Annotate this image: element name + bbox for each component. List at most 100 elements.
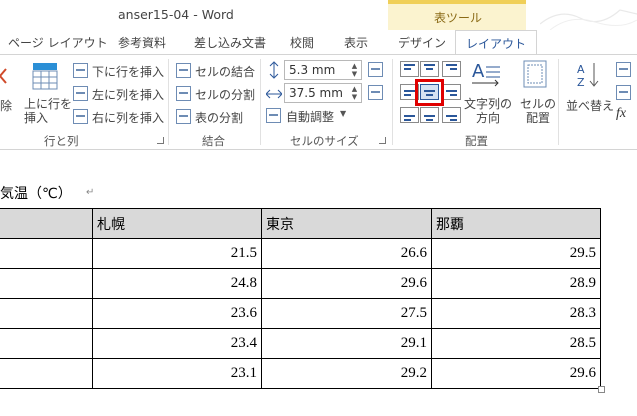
align-top-center-button[interactable] [420,61,439,77]
table-cell[interactable]: 29.5 [431,238,601,269]
text-direction-button[interactable]: A 文字列の 方向 [462,59,516,131]
row-height-field[interactable]: 5.3 mm ▲ ▼ [284,60,362,80]
header-cell[interactable] [0,208,93,239]
separator [392,59,393,145]
column-width-spinner-icon[interactable]: ▲ ▼ [349,85,360,101]
table-row: 21.5 26.6 29.5 [0,238,601,269]
cell-size-launcher-icon[interactable] [379,137,386,144]
selection-highlight [415,79,444,106]
header-cell-sapporo[interactable]: 札幌 [92,208,262,239]
distribute-columns-icon[interactable] [368,85,383,100]
table-cell[interactable] [0,298,93,329]
table-cell[interactable]: 23.1 [92,358,262,389]
word-window: anser15-04 - Word 表ツール ページ レイアウト 参考資料 差し… [0,0,637,416]
cell-margins-icon [523,60,547,88]
align-bottom-center-button[interactable] [420,107,439,123]
header-cell-tokyo[interactable]: 東京 [261,208,432,239]
table-cell[interactable]: 23.4 [92,328,262,359]
ribbon: 除 上に行を 挿入 下に行を挿入 左に列を挿入 右に列を挿入 行と列 セルの結合… [0,54,637,150]
sort-label: 並べ替え [566,99,615,113]
split-table-button[interactable]: 表の分割 [195,109,243,126]
sort-icon: A Z [577,63,599,89]
table-cell[interactable]: 24.8 [92,268,262,299]
merge-group-label: 結合 [202,134,225,148]
separator [168,59,169,145]
table-cell[interactable]: 28.9 [431,268,601,299]
paragraph-mark-icon: ↵ [86,187,95,198]
split-table-icon [176,109,191,124]
alignment-group-label: 配置 [465,134,488,148]
insert-left-button[interactable]: 左に列を挿入 [92,86,164,103]
convert-to-text-icon[interactable] [616,85,631,100]
split-cells-button[interactable]: セルの分割 [195,86,255,103]
insert-above-label: 上に行を 挿入 [24,97,73,125]
svg-text:Z: Z [577,76,585,89]
tab-references[interactable]: 参考資料 [118,34,166,51]
tab-table-layout[interactable]: レイアウト [455,30,538,55]
tab-mailings[interactable]: 差し込み文書 [194,34,266,51]
table-resize-handle[interactable] [598,386,605,393]
delete-button-label[interactable]: 除 [0,97,12,114]
align-middle-right-button[interactable] [442,84,461,100]
insert-right-icon [73,109,88,124]
delete-icon[interactable] [0,63,10,93]
row-height-spinner-icon[interactable]: ▲ ▼ [349,62,360,78]
formula-icon[interactable]: fx [616,106,626,122]
column-width-field[interactable]: 37.5 mm ▲ ▼ [284,83,362,103]
autofit-dropdown-icon[interactable]: ▼ [340,109,346,118]
document-heading: 気温（℃） [0,186,72,202]
align-bottom-right-button[interactable] [442,107,461,123]
row-height-value: 5.3 mm [289,63,336,77]
table-cell[interactable]: 28.3 [431,298,601,329]
repeat-header-icon[interactable] [616,62,631,77]
separator [260,59,261,145]
autofit-button[interactable]: 自動調整 [286,108,334,125]
table-cell[interactable]: 26.6 [261,238,432,269]
table-cell[interactable] [0,358,93,389]
text-direction-icon: A [472,61,500,87]
title-bar: anser15-04 - Word [0,0,637,30]
insert-row-above-icon [32,63,58,90]
table-cell[interactable]: 23.6 [92,298,262,329]
column-width-icon [266,89,282,99]
svg-text:A: A [472,61,485,82]
align-top-left-button[interactable] [400,61,419,77]
temperature-table[interactable]: 札幌 東京 那覇 21.5 26.6 29.5 24.8 29.6 28.9 2… [0,208,601,389]
distribute-rows-icon[interactable] [368,62,383,77]
merge-cells-button[interactable]: セルの結合 [195,63,255,80]
ribbon-tabs: ページ レイアウト 参考資料 差し込み文書 校閲 表示 デザイン レイアウト [0,30,637,55]
tab-page-layout[interactable]: ページ レイアウト [8,34,108,51]
rows-cols-launcher-icon[interactable] [157,137,164,144]
autofit-icon [266,108,281,123]
svg-text:A: A [577,63,585,76]
table-cell[interactable]: 27.5 [261,298,432,329]
insert-right-button[interactable]: 右に列を挿入 [92,109,164,126]
table-cell[interactable]: 29.6 [261,268,432,299]
tab-view[interactable]: 表示 [344,34,368,51]
table-cell[interactable]: 29.2 [261,358,432,389]
header-cell-naha[interactable]: 那覇 [431,208,601,239]
align-bottom-left-button[interactable] [400,107,419,123]
table-cell[interactable] [0,328,93,359]
table-row: 23.4 29.1 28.5 [0,328,601,359]
tab-table-design[interactable]: デザイン [398,34,446,51]
cell-margins-button[interactable]: セルの 配置 [518,59,556,131]
insert-left-icon [73,86,88,101]
align-top-right-button[interactable] [442,61,461,77]
cell-size-group-label: セルのサイズ [290,134,359,148]
tab-review[interactable]: 校閲 [290,34,314,51]
table-tools-band [388,0,526,4]
insert-below-button[interactable]: 下に行を挿入 [92,63,164,80]
table-cell[interactable]: 28.5 [431,328,601,359]
table-header-row: 札幌 東京 那覇 [0,208,601,239]
table-cell[interactable]: 21.5 [92,238,262,269]
table-cell[interactable] [0,268,93,299]
insert-above-button[interactable]: 上に行を 挿入 [22,59,73,131]
table-cell[interactable] [0,238,93,269]
table-cell[interactable]: 29.6 [431,358,601,389]
window-title: anser15-04 - Word [118,7,234,22]
table-cell[interactable]: 29.1 [261,328,432,359]
sort-button[interactable]: A Z 並べ替え [564,59,615,131]
titlebar-decoration [540,9,637,30]
split-cells-icon [176,86,191,101]
